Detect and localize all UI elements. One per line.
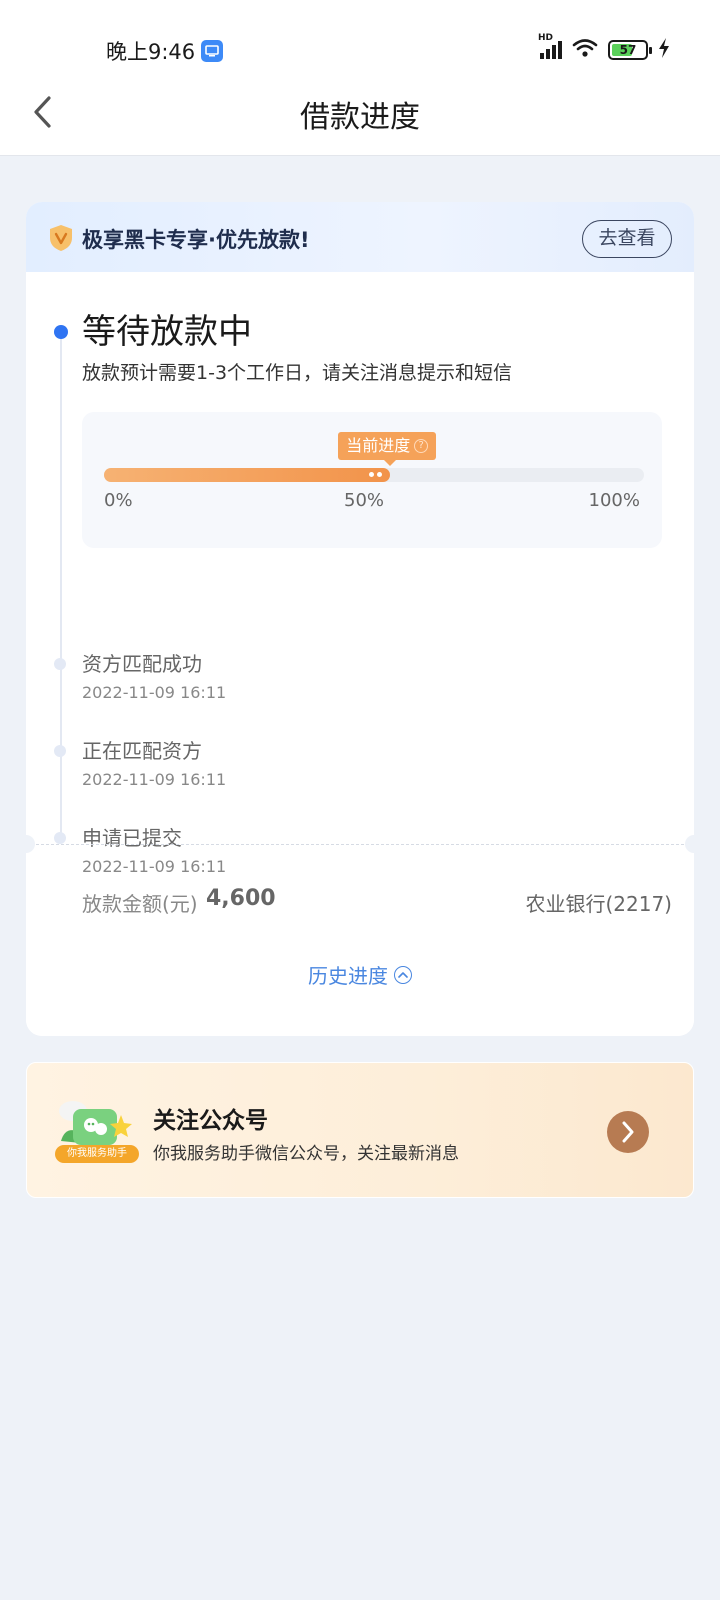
nav-bar: 借款进度 — [0, 80, 720, 156]
timeline-step: 申请已提交 2022-11-09 16:11 — [82, 822, 226, 876]
step-title: 正在匹配资方 — [82, 739, 202, 763]
current-progress-tag[interactable]: 当前进度 ? — [338, 432, 437, 466]
network-label: HD — [538, 33, 554, 43]
status-timeline: 等待放款中 放款预计需要1-3个工作日，请关注消息提示和短信 当前进度 ? 0%… — [26, 272, 694, 1036]
view-button[interactable]: 去查看 — [582, 220, 672, 258]
battery-level: 57 — [619, 43, 637, 57]
step-time: 2022-11-09 16:11 — [82, 683, 227, 702]
history-progress-link[interactable]: 历史进度 — [26, 960, 694, 989]
step-time: 2022-11-09 16:11 — [82, 770, 227, 789]
current-status-description: 放款预计需要1-3个工作日，请关注消息提示和短信 — [82, 362, 513, 384]
dashed-divider — [26, 844, 694, 845]
notification-app-icon — [201, 40, 224, 62]
banner-text: 极享黑卡专享·优先放款! — [82, 228, 310, 252]
chevron-up-icon — [394, 965, 412, 984]
progress-fill — [104, 468, 391, 482]
progress-tag-label: 当前进度 — [346, 436, 411, 455]
step-dot — [54, 745, 66, 757]
signal-icon: HD — [538, 33, 562, 59]
status-time-text: 晚上9:46 — [106, 40, 196, 64]
black-card-banner[interactable]: 极享黑卡专享·优先放款! 去查看 — [26, 202, 694, 272]
amount-label: 放款金额(元) — [82, 892, 198, 916]
status-icons: HD 57 — [538, 33, 670, 62]
follow-title: 关注公众号 — [153, 1108, 268, 1134]
step-dot — [54, 658, 66, 670]
help-icon: ? — [414, 439, 429, 453]
step-dot — [54, 832, 66, 844]
status-time: 晚上9:46 — [106, 36, 224, 66]
timeline-line — [60, 332, 62, 842]
tick-label-100: 100% — [588, 490, 640, 511]
step-title: 资方匹配成功 — [82, 652, 202, 676]
progress-bar — [104, 468, 644, 482]
step-time: 2022-11-09 16:11 — [82, 857, 227, 876]
battery-icon: 57 — [608, 40, 652, 60]
current-step-dot — [54, 325, 68, 339]
charging-icon — [658, 38, 670, 62]
amount-value: 4,600 — [206, 886, 276, 911]
follow-account-card[interactable]: 你我服务助手 关注公众号 你我服务助手微信公众号，关注最新消息 — [26, 1062, 694, 1198]
amount-row: 放款金额(元) 4,600 农业银行(2217) — [82, 886, 672, 918]
current-status-title: 等待放款中 — [82, 312, 252, 352]
timeline-step: 正在匹配资方 2022-11-09 16:11 — [82, 735, 226, 789]
progress-knob — [369, 472, 383, 477]
v-shield-icon — [50, 225, 72, 251]
loan-progress-card: 极享黑卡专享·优先放款! 去查看 等待放款中 放款预计需要1-3个工作日，请关注… — [26, 202, 694, 1036]
progress-panel: 当前进度 ? 0% 50% 100% — [82, 412, 662, 548]
arrow-right-button[interactable] — [607, 1111, 649, 1153]
step-title: 申请已提交 — [82, 826, 182, 850]
follow-description: 你我服务助手微信公众号，关注最新消息 — [153, 1144, 459, 1164]
history-label: 历史进度 — [308, 964, 388, 988]
page-title: 借款进度 — [300, 100, 420, 135]
timeline-step: 资方匹配成功 2022-11-09 16:11 — [82, 648, 226, 702]
tick-label-50: 50% — [344, 490, 385, 511]
assistant-badge: 你我服务助手 — [55, 1145, 139, 1163]
bank-account: 农业银行(2217) — [525, 892, 672, 916]
wifi-icon — [572, 38, 598, 62]
chevron-right-icon — [622, 1121, 634, 1143]
tick-label-0: 0% — [104, 490, 133, 511]
